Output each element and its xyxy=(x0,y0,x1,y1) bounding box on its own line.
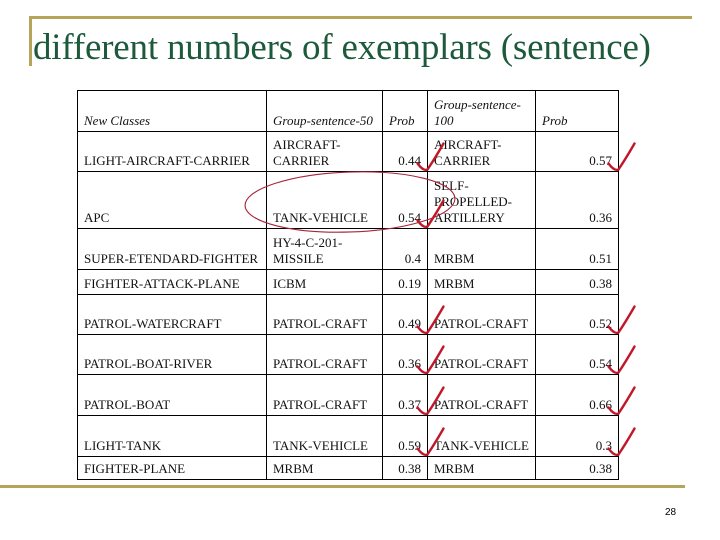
cell-prob-100: 0.66 xyxy=(535,374,619,416)
cell-group-50: ICBM xyxy=(266,269,383,295)
cell-prob-100: 0.36 xyxy=(535,171,619,229)
cell-new-class: FIGHTER-PLANE xyxy=(77,456,267,480)
cell-group-100: MRBM xyxy=(427,228,536,270)
cell-new-class: FIGHTER-ATTACK-PLANE xyxy=(77,269,267,295)
footer-rule xyxy=(0,485,685,488)
cell-prob-100: 0.38 xyxy=(535,456,619,480)
cell-prob-50: 0.36 xyxy=(382,334,428,375)
cell-new-class: SUPER-ETENDARD-FIGHTER xyxy=(77,228,267,270)
cell-new-class: APC xyxy=(77,171,267,229)
header-new-classes: New Classes xyxy=(77,90,267,132)
header-group-100: Group-sentence-100 xyxy=(427,90,536,132)
cell-group-100: MRBM xyxy=(427,456,536,480)
slide-title: different numbers of exemplars (sentence… xyxy=(33,27,651,68)
cell-prob-50: 0.38 xyxy=(382,456,428,480)
cell-new-class: PATROL-BOAT xyxy=(77,374,267,416)
cell-prob-100: 0.51 xyxy=(535,228,619,270)
cell-prob-50: 0.54 xyxy=(382,171,428,229)
cell-prob-100: 0.54 xyxy=(535,334,619,375)
table-row: PATROL-WATERCRAFT PATROL-CRAFT 0.49 PATR… xyxy=(77,294,619,335)
header-prob-50: Prob xyxy=(382,90,428,132)
table-row: PATROL-BOAT PATROL-CRAFT 0.37 PATROL-CRA… xyxy=(77,374,619,416)
cell-prob-100: 0.38 xyxy=(535,269,619,295)
cell-group-50: PATROL-CRAFT xyxy=(266,374,383,416)
table-row: LIGHT-AIRCRAFT-CARRIER AIRCRAFT-CARRIER … xyxy=(77,131,619,172)
cell-prob-50: 0.4 xyxy=(382,228,428,270)
cell-prob-50: 0.37 xyxy=(382,374,428,416)
cell-new-class: LIGHT-AIRCRAFT-CARRIER xyxy=(77,131,267,172)
cell-prob-50: 0.49 xyxy=(382,294,428,335)
cell-group-100: PATROL-CRAFT xyxy=(427,374,536,416)
cell-group-100: TANK-VEHICLE xyxy=(427,415,536,457)
cell-group-50: TANK-VEHICLE xyxy=(266,415,383,457)
cell-group-100: PATROL-CRAFT xyxy=(427,334,536,375)
cell-group-100: MRBM xyxy=(427,269,536,295)
table-row: FIGHTER-ATTACK-PLANE ICBM 0.19 MRBM 0.38 xyxy=(77,269,619,295)
table-row: APC TANK-VEHICLE 0.54 SELF-PROPELLED-ART… xyxy=(77,171,619,229)
cell-group-50: MRBM xyxy=(266,456,383,480)
cell-prob-100: 0.52 xyxy=(535,294,619,335)
cell-new-class: PATROL-WATERCRAFT xyxy=(77,294,267,335)
table-row: PATROL-BOAT-RIVER PATROL-CRAFT 0.36 PATR… xyxy=(77,334,619,375)
cell-prob-100: 0.57 xyxy=(535,131,619,172)
cell-prob-50: 0.19 xyxy=(382,269,428,295)
table-row: SUPER-ETENDARD-FIGHTER HY-4-C-201-MISSIL… xyxy=(77,228,619,270)
cell-group-50: PATROL-CRAFT xyxy=(266,294,383,335)
cell-group-50: PATROL-CRAFT xyxy=(266,334,383,375)
table-row: FIGHTER-PLANE MRBM 0.38 MRBM 0.38 xyxy=(77,456,619,480)
results-table: New Classes Group-sentence-50 Prob Group… xyxy=(77,90,619,480)
table-header-row: New Classes Group-sentence-50 Prob Group… xyxy=(77,90,619,132)
header-prob-100: Prob xyxy=(535,90,619,132)
cell-group-100: PATROL-CRAFT xyxy=(427,294,536,335)
cell-new-class: LIGHT-TANK xyxy=(77,415,267,457)
cell-prob-50: 0.59 xyxy=(382,415,428,457)
title-top-rule xyxy=(29,16,692,19)
cell-prob-100: 0.3 xyxy=(535,415,619,457)
cell-group-100: AIRCRAFT-CARRIER xyxy=(427,131,536,172)
cell-group-50: TANK-VEHICLE xyxy=(266,171,383,229)
cell-group-50: AIRCRAFT-CARRIER xyxy=(266,131,383,172)
page-number: 28 xyxy=(665,507,677,518)
cell-group-100: SELF-PROPELLED-ARTILLERY xyxy=(427,171,536,229)
cell-prob-50: 0.44 xyxy=(382,131,428,172)
cell-new-class: PATROL-BOAT-RIVER xyxy=(77,334,267,375)
header-group-50: Group-sentence-50 xyxy=(266,90,383,132)
title-left-rule xyxy=(29,16,32,66)
table-row: LIGHT-TANK TANK-VEHICLE 0.59 TANK-VEHICL… xyxy=(77,415,619,457)
cell-group-50: HY-4-C-201-MISSILE xyxy=(266,228,383,270)
